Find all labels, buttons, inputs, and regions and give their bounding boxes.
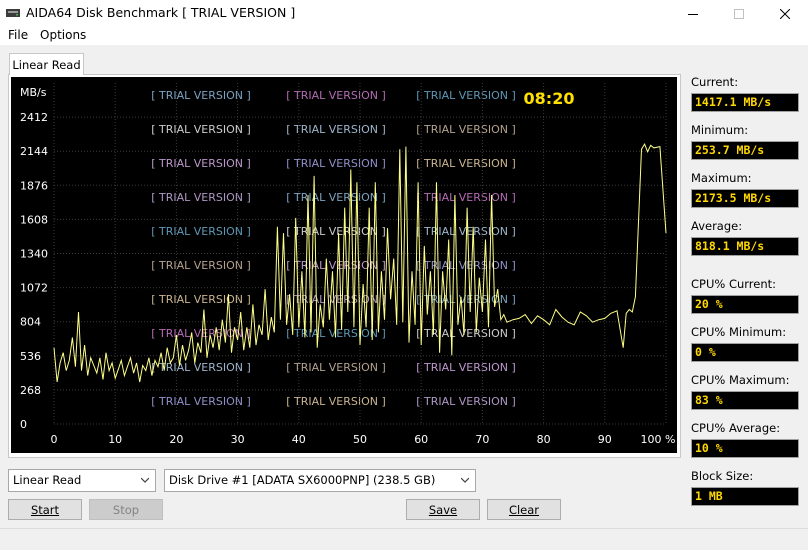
chevron-down-icon — [141, 477, 149, 483]
start-label: Start — [30, 502, 60, 517]
cpu-minimum-label: CPU% Minimum: — [691, 325, 787, 339]
maximum-label: Maximum: — [691, 171, 752, 185]
x-tick-label: 60 — [414, 433, 428, 446]
window-title: AIDA64 Disk Benchmark [ TRIAL VERSION ] — [26, 5, 296, 20]
x-tick-label: 90 — [598, 433, 612, 446]
cpu-average-value: 10 % — [691, 439, 799, 458]
tab-linear-read[interactable]: Linear Read — [9, 53, 84, 75]
menu-options[interactable]: Options — [40, 28, 86, 42]
clear-button[interactable]: Clear — [487, 499, 561, 520]
average-label: Average: — [691, 219, 743, 233]
y-tick-label: 536 — [20, 350, 41, 363]
chart-svg: [ TRIAL VERSION ] [ TRIAL VERSION ] [ TRIA… — [20, 83, 676, 446]
cpu-minimum-value: 0 % — [691, 343, 799, 362]
close-button[interactable] — [762, 0, 808, 27]
trial-watermark: [ TRIAL VERSION ] — [286, 361, 386, 374]
x-tick-label: 20 — [169, 433, 183, 446]
trial-watermark: [ TRIAL VERSION ] — [151, 123, 251, 136]
test-type-value: Linear Read — [13, 473, 82, 487]
minimum-label: Minimum: — [691, 123, 749, 137]
x-tick-label: 80 — [537, 433, 551, 446]
cpu-current-label: CPU% Current: — [691, 277, 777, 291]
trial-watermark: [ TRIAL VERSION ] — [286, 191, 386, 204]
trial-watermark: [ TRIAL VERSION ] — [286, 89, 386, 102]
x-tick-label: 10 — [108, 433, 122, 446]
x-tick-label: 50 — [353, 433, 367, 446]
trial-watermark: [ TRIAL VERSION ] — [416, 191, 516, 204]
maximize-icon — [734, 8, 744, 19]
trial-watermark: [ TRIAL VERSION ] — [416, 123, 516, 136]
stop-button: Stop — [89, 499, 163, 520]
y-tick-label: 1876 — [20, 179, 48, 192]
elapsed-timer: 08:20 — [524, 89, 575, 108]
trial-watermark: [ TRIAL VERSION ] — [151, 225, 251, 238]
x-tick-label: 30 — [231, 433, 245, 446]
cpu-maximum-label: CPU% Maximum: — [691, 373, 790, 387]
trial-watermark: [ TRIAL VERSION ] — [151, 293, 251, 306]
y-tick-label: 1340 — [20, 248, 48, 261]
stop-label: Stop — [112, 502, 140, 517]
cpu-average-label: CPU% Average: — [691, 421, 781, 435]
x-tick-label: 100 % — [641, 433, 676, 446]
trial-watermark: [ TRIAL VERSION ] — [416, 327, 516, 340]
y-tick-label: 0 — [20, 418, 27, 431]
test-type-select[interactable]: Linear Read — [8, 469, 156, 492]
minimum-value: 253.7 MB/s — [691, 141, 799, 160]
trial-watermark: [ TRIAL VERSION ] — [151, 259, 251, 272]
trial-watermark: [ TRIAL VERSION ] — [151, 89, 251, 102]
trial-watermark: [ TRIAL VERSION ] — [151, 361, 251, 374]
x-tick-label: 40 — [292, 433, 306, 446]
trial-watermark: [ TRIAL VERSION ] — [151, 395, 251, 408]
save-button[interactable]: Save — [406, 499, 480, 520]
maximize-button — [716, 0, 762, 27]
trial-watermark: [ TRIAL VERSION ] — [286, 225, 386, 238]
y-tick-label: 2412 — [20, 111, 48, 124]
drive-select[interactable]: Disk Drive #1 [ADATA SX6000PNP] (238.5 G… — [164, 469, 476, 492]
trial-watermark: [ TRIAL VERSION ] — [416, 361, 516, 374]
title-bar: AIDA64 Disk Benchmark [ TRIAL VERSION ] — [0, 0, 808, 27]
chevron-down-icon — [461, 477, 469, 483]
status-bar — [0, 532, 808, 550]
x-tick-label: 0 — [51, 433, 58, 446]
trial-watermark: [ TRIAL VERSION ] — [286, 157, 386, 170]
cpu-current-value: 20 % — [691, 295, 799, 314]
start-button[interactable]: Start — [8, 499, 82, 520]
status-divider — [0, 528, 808, 529]
block-size-label: Block Size: — [691, 469, 754, 483]
y-tick-label: 804 — [20, 316, 41, 329]
benchmark-chart: [ TRIAL VERSION ] [ TRIAL VERSION ] [ TRIA… — [11, 77, 677, 453]
trial-watermark: [ TRIAL VERSION ] — [416, 89, 516, 102]
app-window: AIDA64 Disk Benchmark [ TRIAL VERSION ] … — [0, 0, 808, 550]
y-unit-label: MB/s — [20, 86, 47, 99]
block-size-value: 1 MB — [691, 487, 799, 506]
y-tick-label: 1072 — [20, 282, 48, 295]
y-tick-label: 2144 — [20, 145, 48, 158]
cpu-maximum-value: 83 % — [691, 391, 799, 410]
clear-label: Clear — [508, 502, 540, 517]
menu-bar: File Options — [0, 27, 808, 45]
trial-watermark: [ TRIAL VERSION ] — [286, 123, 386, 136]
trial-watermark: [ TRIAL VERSION ] — [151, 157, 251, 170]
close-icon — [780, 8, 790, 19]
average-value: 818.1 MB/s — [691, 237, 799, 256]
current-label: Current: — [691, 75, 739, 89]
disk-app-icon — [6, 9, 20, 17]
minimize-icon — [688, 13, 698, 15]
y-tick-label: 268 — [20, 384, 41, 397]
trial-watermark: [ TRIAL VERSION ] — [286, 395, 386, 408]
trial-watermark: [ TRIAL VERSION ] — [416, 395, 516, 408]
current-value: 1417.1 MB/s — [691, 93, 799, 112]
x-tick-label: 70 — [475, 433, 489, 446]
y-tick-label: 1608 — [20, 213, 48, 226]
maximum-value: 2173.5 MB/s — [691, 189, 799, 208]
trial-watermark: [ TRIAL VERSION ] — [151, 191, 251, 204]
trial-watermark: [ TRIAL VERSION ] — [416, 157, 516, 170]
drive-value: Disk Drive #1 [ADATA SX6000PNP] (238.5 G… — [169, 473, 436, 487]
minimize-button[interactable] — [670, 0, 716, 27]
save-label: Save — [428, 502, 458, 517]
menu-file[interactable]: File — [8, 28, 28, 42]
